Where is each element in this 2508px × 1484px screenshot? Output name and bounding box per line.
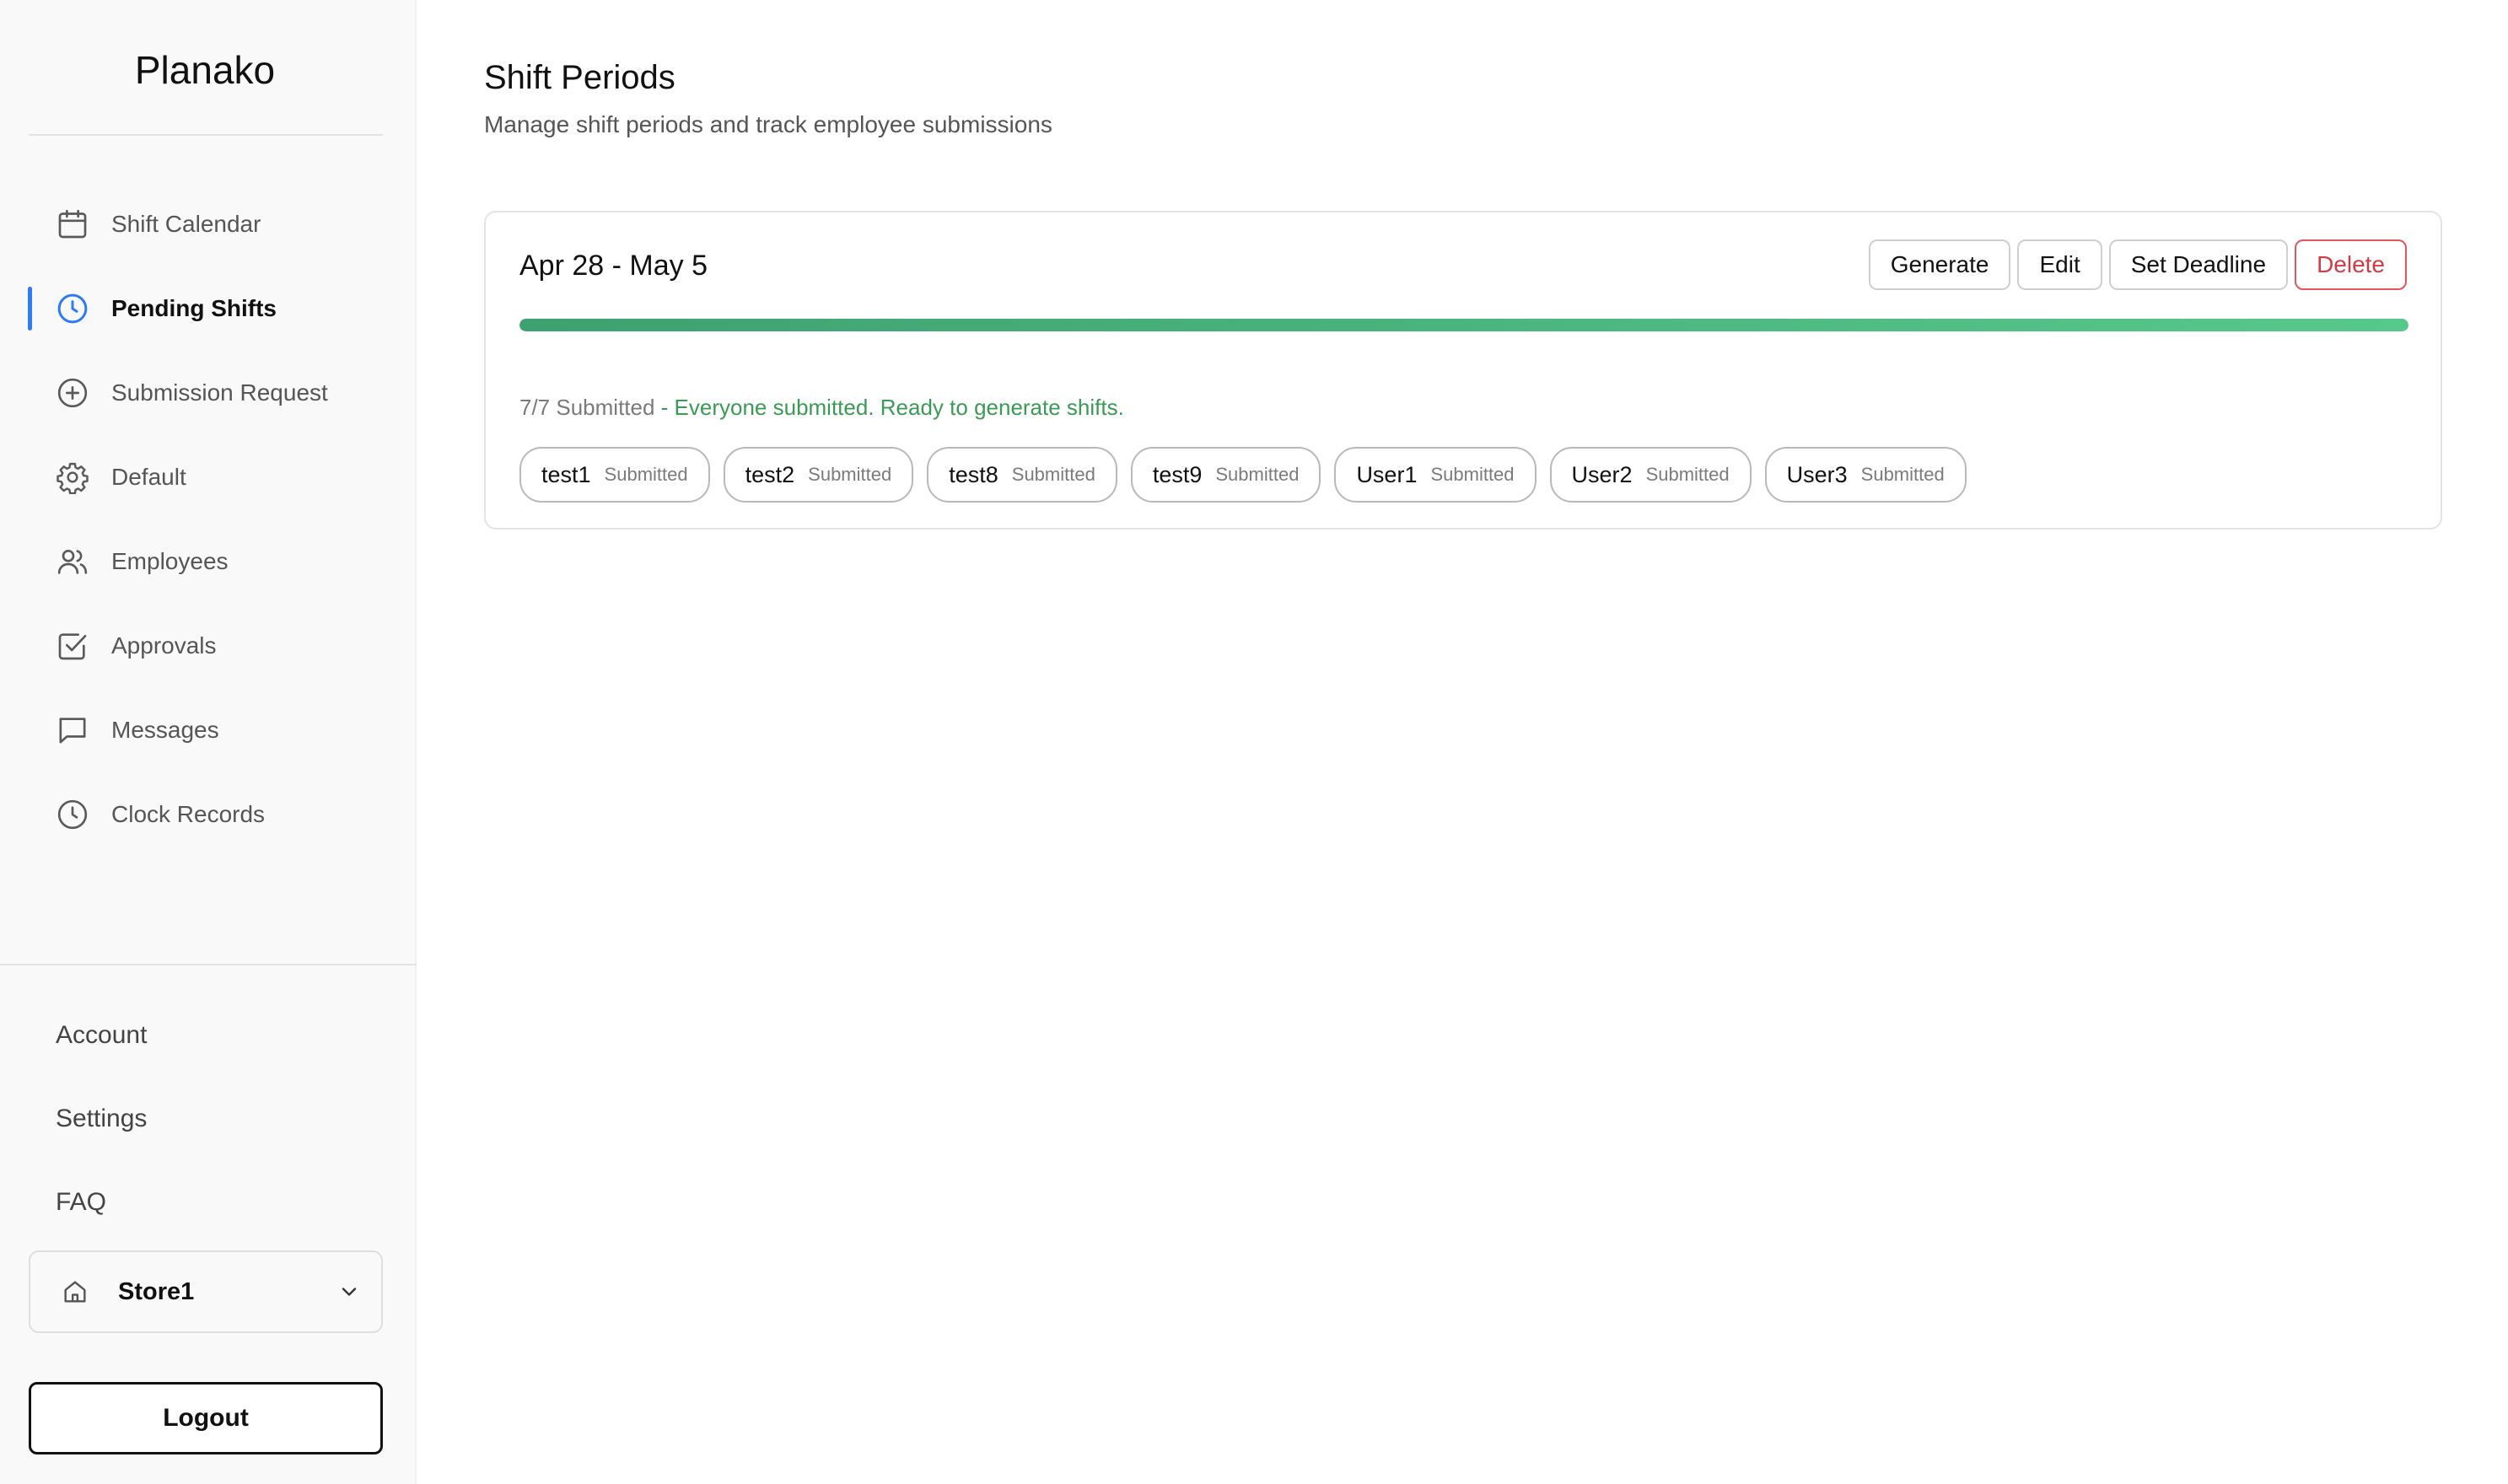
clock-icon (56, 292, 89, 325)
page-subtitle: Manage shift periods and track employee … (484, 111, 1052, 137)
sidebar-item-label: Employees (111, 548, 229, 574)
logout-button[interactable]: Logout (29, 1382, 383, 1454)
store-selector[interactable]: Store1 (29, 1250, 383, 1333)
employee-chip-list: test1 Submitted test2 Submitted test8 Submi… (519, 447, 1967, 503)
employee-name: User1 (1356, 461, 1418, 487)
period-actions: Generate Edit Set Deadline Delete (1868, 239, 2407, 290)
users-icon (56, 545, 89, 578)
message-icon (56, 713, 89, 747)
employee-chip[interactable]: User1 Submitted (1334, 447, 1537, 503)
sidebar-item-clock-records[interactable]: Clock Records (0, 772, 417, 857)
gear-icon (56, 460, 89, 494)
faq-link[interactable]: FAQ (56, 1188, 106, 1217)
home-icon (61, 1277, 89, 1306)
account-link[interactable]: Account (56, 1021, 147, 1050)
employee-status: Submitted (1215, 464, 1300, 485)
divider (29, 134, 383, 136)
sidebar-item-label: Shift Calendar (111, 211, 261, 237)
sidebar-item-label: Pending Shifts (111, 295, 277, 321)
delete-button[interactable]: Delete (2295, 239, 2407, 290)
employee-name: test8 (949, 461, 998, 487)
edit-button[interactable]: Edit (2017, 239, 2102, 290)
page-title: Shift Periods (484, 59, 675, 96)
sidebar-item-label: Default (111, 464, 186, 490)
employee-chip[interactable]: test9 Submitted (1130, 447, 1321, 503)
divider (0, 964, 417, 965)
employee-name: test2 (745, 461, 795, 487)
sidebar-item-label: Approvals (111, 632, 217, 659)
shift-period-card: Apr 28 - May 5 Generate Edit Set Deadlin… (484, 211, 2442, 530)
chevron-down-icon (337, 1280, 361, 1304)
employee-name: test1 (541, 461, 591, 487)
submission-status: 7/7 Submitted - Everyone submitted. Read… (519, 395, 1124, 421)
clock-icon (56, 798, 89, 831)
plus-circle-icon (56, 376, 89, 410)
employee-chip[interactable]: User2 Submitted (1549, 447, 1752, 503)
submission-progress-bar (519, 319, 2408, 331)
sidebar-nav: Shift Calendar Pending Shifts Submission… (0, 182, 417, 857)
sidebar: Planako Shift Calendar Pending Shifts Su… (0, 0, 417, 1484)
employee-status: Submitted (1011, 464, 1095, 485)
store-name: Store1 (118, 1277, 195, 1305)
generate-button[interactable]: Generate (1868, 239, 2011, 290)
sidebar-item-messages[interactable]: Messages (0, 688, 417, 772)
app-root: Planako Shift Calendar Pending Shifts Su… (0, 0, 2508, 1484)
employee-status: Submitted (1860, 464, 1945, 485)
employee-chip[interactable]: test1 Submitted (519, 447, 710, 503)
sidebar-item-label: Submission Request (111, 379, 328, 406)
employee-name: User2 (1571, 461, 1633, 487)
sidebar-item-approvals[interactable]: Approvals (0, 604, 417, 688)
sidebar-item-label: Clock Records (111, 801, 266, 827)
sidebar-item-pending-shifts[interactable]: Pending Shifts (0, 266, 417, 351)
checkbox-icon (56, 629, 89, 663)
period-title: Apr 28 - May 5 (519, 250, 708, 282)
employee-status: Submitted (1645, 464, 1730, 485)
progress-fill (519, 319, 2408, 331)
employee-name: User3 (1786, 461, 1848, 487)
employee-status: Submitted (808, 464, 892, 485)
settings-link[interactable]: Settings (56, 1105, 147, 1133)
calendar-icon (56, 207, 89, 241)
sidebar-item-shift-calendar[interactable]: Shift Calendar (0, 182, 417, 266)
employee-name: test9 (1152, 461, 1203, 487)
employee-chip[interactable]: User3 Submitted (1764, 447, 1967, 503)
submission-count: 7/7 Submitted (519, 395, 655, 420)
sidebar-item-employees[interactable]: Employees (0, 519, 417, 604)
set-deadline-button[interactable]: Set Deadline (2108, 239, 2289, 290)
employee-status: Submitted (604, 464, 688, 485)
submission-message: - Everyone submitted. Ready to generate … (654, 395, 1124, 420)
sidebar-item-label: Messages (111, 717, 219, 743)
app-logo-text: Planako (134, 48, 276, 92)
employee-chip[interactable]: test2 Submitted (723, 447, 914, 503)
employee-status: Submitted (1430, 464, 1515, 485)
sidebar-item-submission-request[interactable]: Submission Request (0, 351, 417, 435)
sidebar-item-default[interactable]: Default (0, 435, 417, 519)
employee-chip[interactable]: test8 Submitted (927, 447, 1117, 503)
